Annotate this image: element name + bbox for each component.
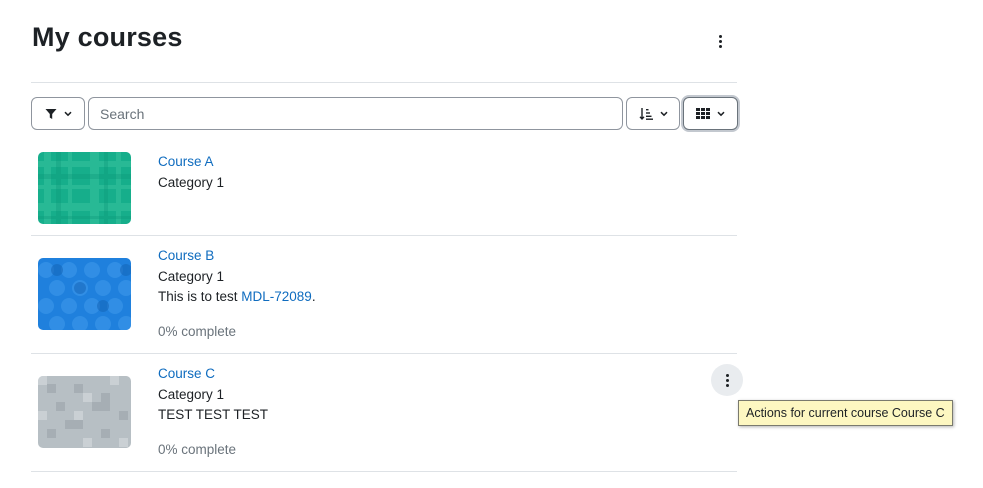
grid-view-icon xyxy=(696,108,710,119)
course-name-link[interactable]: Course A xyxy=(158,154,214,169)
course-progress: 0% complete xyxy=(158,442,237,457)
course-summary-suffix: . xyxy=(311,289,316,304)
course-name-link[interactable]: Course C xyxy=(158,366,215,381)
summary-link[interactable]: MDL-72089 xyxy=(241,289,312,304)
course-image[interactable] xyxy=(38,152,131,224)
page-title: My courses xyxy=(32,22,183,52)
header-divider xyxy=(31,82,737,83)
chevron-down-icon xyxy=(659,111,668,116)
sort-icon xyxy=(638,107,653,120)
course-summary: TEST TEST TEST xyxy=(158,407,269,422)
course-summary: This is to test MDL-72089. xyxy=(158,289,316,304)
course-divider xyxy=(31,235,737,236)
filter-icon xyxy=(45,108,56,119)
page-actions-menu-icon[interactable] xyxy=(710,28,730,54)
course-progress: 0% complete xyxy=(158,324,237,339)
course-divider xyxy=(31,471,737,472)
search-input[interactable] xyxy=(88,97,623,130)
course-category: Category 1 xyxy=(158,175,225,190)
course-summary-text: This is to test xyxy=(158,289,242,304)
filter-dropdown-button[interactable] xyxy=(31,97,85,130)
chevron-down-icon xyxy=(63,111,72,116)
course-image[interactable] xyxy=(38,376,131,448)
course-name-link[interactable]: Course B xyxy=(158,248,214,263)
course-actions-tooltip: Actions for current course Course C xyxy=(738,400,953,426)
course-actions-menu-icon[interactable] xyxy=(711,364,743,396)
view-dropdown-button[interactable] xyxy=(683,97,738,130)
course-image[interactable] xyxy=(38,258,131,330)
course-divider xyxy=(31,353,737,354)
chevron-down-icon xyxy=(717,111,725,116)
course-category: Category 1 xyxy=(158,269,225,284)
course-category: Category 1 xyxy=(158,387,225,402)
sort-dropdown-button[interactable] xyxy=(626,97,680,130)
